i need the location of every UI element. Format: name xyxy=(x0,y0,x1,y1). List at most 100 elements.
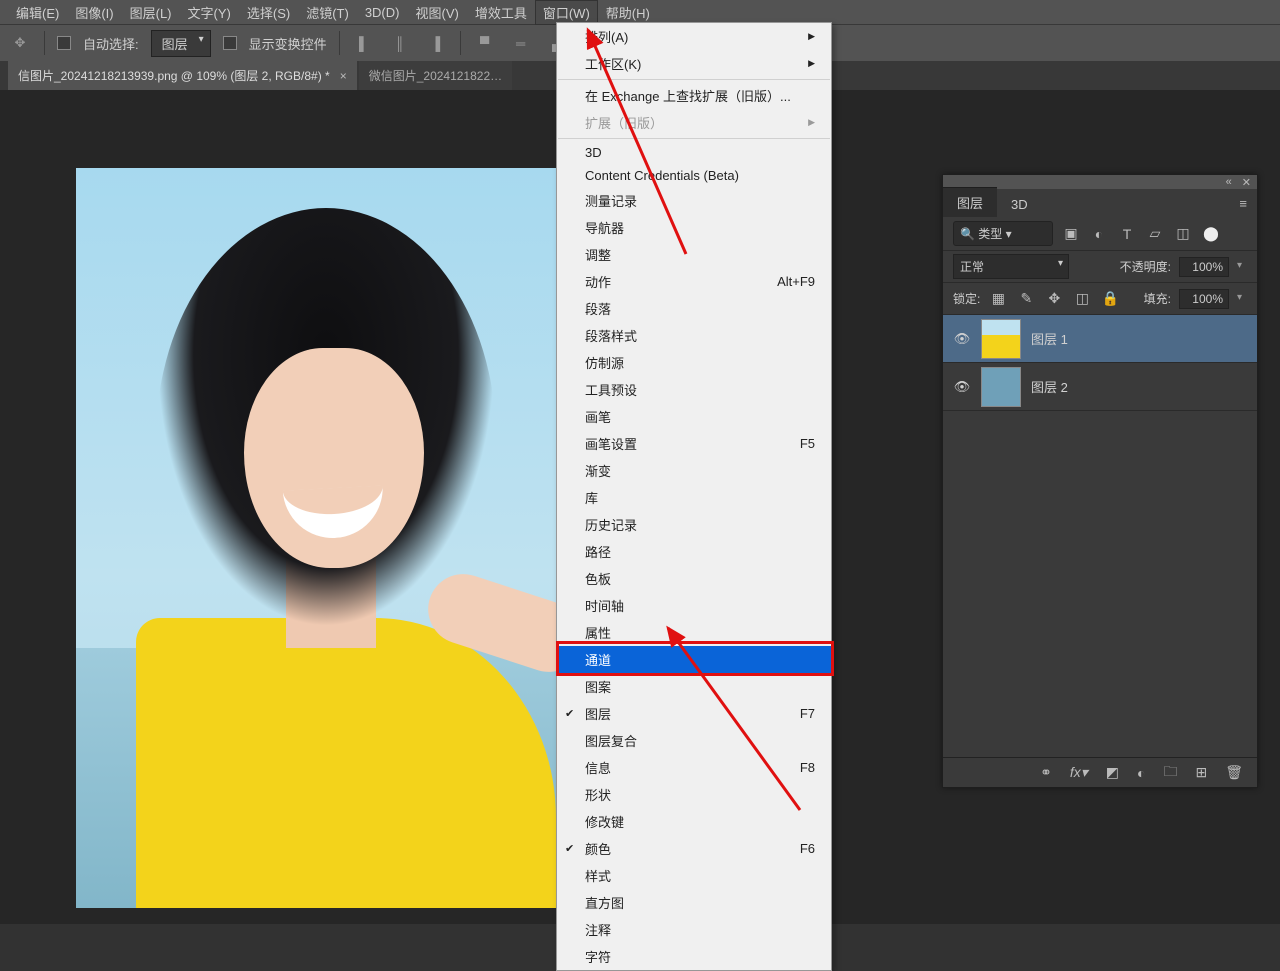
layer-thumbnail[interactable] xyxy=(981,319,1021,359)
menu-s[interactable]: 选择(S) xyxy=(239,0,298,25)
layer-thumbnail[interactable] xyxy=(981,367,1021,407)
menu-item[interactable]: Content Credentials (Beta) xyxy=(557,164,831,187)
menu-3dd[interactable]: 3D(D) xyxy=(357,2,408,23)
delete-layer-icon[interactable]: 🗑 xyxy=(1225,764,1243,781)
filter-smart-icon[interactable]: ◫ xyxy=(1173,225,1193,242)
menu-item[interactable]: 时间轴 xyxy=(557,592,831,619)
panel-collapse-icon[interactable]: « xyxy=(1226,176,1232,188)
layer-fx-icon[interactable]: fx▾ xyxy=(1070,764,1088,781)
layer-mask-icon[interactable]: ◩ xyxy=(1106,764,1119,781)
menu-item[interactable]: 直方图 xyxy=(557,889,831,916)
layer-list: 👁 图层 1 👁 图层 2 xyxy=(943,315,1257,411)
group-icon[interactable]: 🗀 xyxy=(1163,761,1177,785)
align-middle-icon[interactable]: ═ xyxy=(509,31,533,55)
menu-item[interactable]: 修改键 xyxy=(557,808,831,835)
menu-item[interactable]: 色板 xyxy=(557,565,831,592)
close-tab-icon[interactable]: × xyxy=(340,69,347,83)
menu-item[interactable]: 库 xyxy=(557,484,831,511)
align-left-icon[interactable]: ▌ xyxy=(352,31,376,55)
layer-row[interactable]: 👁 图层 1 xyxy=(943,315,1257,363)
menu-item[interactable]: 导航器 xyxy=(557,214,831,241)
fill-field[interactable]: 100% xyxy=(1179,289,1229,309)
menu-item[interactable]: 工作区(K) xyxy=(557,50,831,77)
lock-pixels-icon[interactable]: ▦ xyxy=(988,290,1008,307)
layer-filter-type[interactable]: 🔍 类型 ▾ xyxy=(953,221,1053,246)
menu-item[interactable]: 样式 xyxy=(557,862,831,889)
menu-w[interactable]: 窗口(W) xyxy=(535,0,598,25)
menu-item[interactable]: 画笔 xyxy=(557,403,831,430)
window-menu-dropdown: 排列(A)工作区(K)在 Exchange 上查找扩展（旧版）...扩展（旧版）… xyxy=(556,22,832,971)
panel-menu-icon[interactable]: ≡ xyxy=(1229,190,1257,217)
menu-[interactable]: 增效工具 xyxy=(467,0,535,25)
move-tool-icon: ✥ xyxy=(8,31,32,55)
layers-panel: « ✕ 图层 3D ≡ 🔍 类型 ▾ ▣ ◐ T ▱ ◫ ⬤ 正常 不透明度: … xyxy=(942,174,1258,788)
layer-name[interactable]: 图层 1 xyxy=(1031,329,1068,348)
adjustment-layer-icon[interactable]: ◐ xyxy=(1137,765,1145,781)
lock-all-icon[interactable]: 🔒 xyxy=(1100,290,1120,307)
lock-brush-icon[interactable]: ✎ xyxy=(1016,290,1036,307)
menu-item[interactable]: 渐变 xyxy=(557,457,831,484)
menu-h[interactable]: 帮助(H) xyxy=(598,0,658,25)
new-layer-icon[interactable]: ⊞ xyxy=(1195,764,1207,781)
blend-mode-dropdown[interactable]: 正常 xyxy=(953,254,1069,279)
menu-item[interactable]: 图层复合 xyxy=(557,727,831,754)
tab-layers[interactable]: 图层 xyxy=(943,187,997,217)
show-transform-label: 显示变换控件 xyxy=(249,34,327,53)
menu-i[interactable]: 图像(I) xyxy=(67,0,121,25)
menu-item[interactable]: 图层F7 xyxy=(557,700,831,727)
filter-adjustment-icon[interactable]: ◐ xyxy=(1089,226,1109,242)
filter-image-icon[interactable]: ▣ xyxy=(1061,225,1081,242)
show-transform-checkbox[interactable] xyxy=(223,36,237,50)
menu-item[interactable]: 工具预设 xyxy=(557,376,831,403)
filter-shape-icon[interactable]: ▱ xyxy=(1145,225,1165,242)
menu-item[interactable]: 信息F8 xyxy=(557,754,831,781)
link-layers-icon[interactable]: ⚭ xyxy=(1040,764,1052,781)
document-tab[interactable]: 微信图片_2024121822… xyxy=(359,61,512,90)
filter-type-icon[interactable]: T xyxy=(1117,226,1137,242)
menu-item[interactable]: 排列(A) xyxy=(557,23,831,50)
menu-item[interactable]: 字符 xyxy=(557,943,831,970)
menu-item[interactable]: 图案 xyxy=(557,673,831,700)
fill-label: 填充: xyxy=(1144,290,1171,307)
filter-toggle-icon[interactable]: ⬤ xyxy=(1201,225,1221,242)
panel-close-icon[interactable]: ✕ xyxy=(1242,176,1251,189)
menu-item[interactable]: 调整 xyxy=(557,241,831,268)
menu-l[interactable]: 图层(L) xyxy=(122,0,180,25)
menu-item[interactable]: 路径 xyxy=(557,538,831,565)
menu-item[interactable]: 在 Exchange 上查找扩展（旧版）... xyxy=(557,82,831,109)
opacity-field[interactable]: 100% xyxy=(1179,257,1229,277)
menu-t[interactable]: 滤镜(T) xyxy=(298,0,357,25)
menu-y[interactable]: 文字(Y) xyxy=(180,0,239,25)
lock-artboard-icon[interactable]: ◫ xyxy=(1072,290,1092,307)
auto-select-target-dropdown[interactable]: 图层 xyxy=(151,30,211,57)
menu-item[interactable]: 段落样式 xyxy=(557,322,831,349)
menu-item[interactable]: 属性 xyxy=(557,619,831,646)
panel-footer: ⚭ fx▾ ◩ ◐ 🗀 ⊞ 🗑 xyxy=(943,757,1257,787)
menu-item[interactable]: 颜色F6 xyxy=(557,835,831,862)
menu-item[interactable]: 通道 xyxy=(557,646,831,673)
menu-item[interactable]: 3D xyxy=(557,141,831,164)
menu-item[interactable]: 历史记录 xyxy=(557,511,831,538)
menu-item[interactable]: 动作Alt+F9 xyxy=(557,268,831,295)
visibility-eye-icon[interactable]: 👁 xyxy=(953,331,971,347)
lock-position-icon[interactable]: ✥ xyxy=(1044,290,1064,307)
menu-item[interactable]: 段落 xyxy=(557,295,831,322)
align-center-h-icon[interactable]: ║ xyxy=(388,31,412,55)
document-tab[interactable]: 信图片_20241218213939.png @ 109% (图层 2, RGB… xyxy=(8,61,357,90)
align-top-icon[interactable]: ▀ xyxy=(473,31,497,55)
menu-item[interactable]: 注释 xyxy=(557,916,831,943)
menu-v[interactable]: 视图(V) xyxy=(407,0,466,25)
menu-item[interactable]: 画笔设置F5 xyxy=(557,430,831,457)
auto-select-checkbox[interactable] xyxy=(57,36,71,50)
layer-row[interactable]: 👁 图层 2 xyxy=(943,363,1257,411)
visibility-eye-icon[interactable]: 👁 xyxy=(953,379,971,395)
menu-item[interactable]: 仿制源 xyxy=(557,349,831,376)
auto-select-label: 自动选择: xyxy=(83,34,139,53)
align-right-icon[interactable]: ▐ xyxy=(424,31,448,55)
document-canvas[interactable] xyxy=(76,168,556,908)
layer-name[interactable]: 图层 2 xyxy=(1031,377,1068,396)
menu-item[interactable]: 形状 xyxy=(557,781,831,808)
menu-item[interactable]: 测量记录 xyxy=(557,187,831,214)
menu-e[interactable]: 编辑(E) xyxy=(8,0,67,25)
tab-3d[interactable]: 3D xyxy=(997,192,1042,217)
